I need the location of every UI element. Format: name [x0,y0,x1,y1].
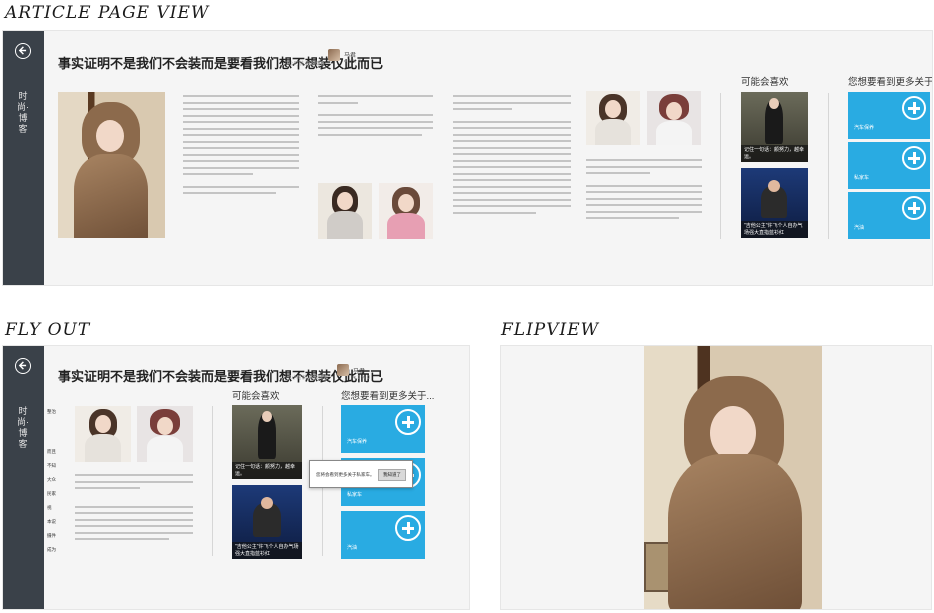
topic-tile-private-car[interactable]: 私家车 [848,142,930,189]
topic-tile-car-maintenance[interactable]: 汽车保养 [341,405,425,453]
recommend-card-2[interactable]: "吉他公主"许飞个人自办气场强大直指蓝衫红 [741,168,808,238]
article-text-column-4 [586,159,702,224]
article-page-view-label: ARTICLE PAGE VIEW [5,3,210,23]
sidebar-category[interactable]: 时尚·博客 [16,91,30,135]
recommend-card-2[interactable]: "吉他公主"许飞个人自办气场强大直指蓝衫红 [232,485,302,559]
author-stats: ♥ 1 ✎ 0 [353,375,370,381]
keyword-label: 而且 [47,449,56,454]
more-about-title: 您想要看到更多关于... [341,391,435,402]
flyout-sidebar: 时尚·博客 [3,346,44,609]
add-icon [902,146,926,170]
sidebar-category[interactable]: 时尚·博客 [16,406,30,450]
inline-photo-2[interactable] [379,183,433,239]
article-headline: 事实证明不是我们不会装而是要看我们想不想装仅此而已 [58,369,384,384]
divider [212,406,213,556]
topic-tile-gasoline[interactable]: 汽油 [848,192,930,239]
recommend-caption-1: 记住一句话：颜努力，越幸运。 [232,462,302,479]
article-meta: 1小时前 来源博客 [286,61,326,67]
recommend-card-1[interactable]: 记住一句话：颜努力，越幸运。 [741,92,808,162]
divider [828,93,829,239]
article-meta: 1小时前 来源博客 [289,375,329,381]
inline-photo-3[interactable] [75,406,131,462]
topic-tile-car-maintenance[interactable]: 汽车保养 [848,92,930,139]
article-text-column-3 [453,95,571,218]
article-text-column-2 [318,95,433,140]
tile-label: 私家车 [854,175,870,181]
inline-photo-1[interactable] [318,183,372,239]
keyword-label: 不知 [47,463,56,468]
flyout-frame: 时尚·博客 事实证明不是我们不会装而是要看我们想不想装仅此而已 1小时前 来源博… [2,345,470,610]
keyword-label: 民家 [47,491,56,496]
inline-photo-4[interactable] [137,406,193,462]
recommend-caption-2: "吉他公主"许飞个人自办气场强大直指蓝衫红 [232,542,302,559]
keyword-label: 视 [47,505,52,510]
tile-label: 私家车 [347,492,363,498]
add-icon [902,196,926,220]
flipview-label: FLIPVIEW [501,320,600,340]
keyword-label: 本说 [47,519,56,524]
article-sidebar: 时尚·博客 [3,31,44,285]
author-name[interactable]: 马君 [344,50,356,59]
inline-photo-3[interactable] [586,91,640,145]
author-avatar[interactable] [337,364,349,376]
inline-photo-4[interactable] [647,91,701,145]
recommend-title: 可能会喜欢 [232,391,280,402]
keyword-label: 成为 [47,547,56,552]
topic-tile-gasoline[interactable]: 汽油 [341,511,425,559]
more-about-title: 您想要看到更多关于... [848,77,933,88]
tile-label: 汽车保养 [854,125,875,131]
fly-out-label: FLY OUT [5,320,91,340]
hero-photo[interactable] [58,92,165,238]
article-text-column [75,474,193,545]
keyword-label: 摄件 [47,533,56,538]
add-icon [395,515,421,541]
flipview-photo[interactable] [644,346,822,609]
recommend-caption-2: "吉他公主"许飞个人自办气场强大直指蓝衫红 [741,221,808,238]
add-icon [395,409,421,435]
tile-label: 汽油 [854,225,865,231]
flyout-popup: 您将会看到更多关于私家车。 我知道了 [309,460,413,488]
back-button[interactable] [15,358,31,374]
recommend-card-1[interactable]: 记住一句话：颜努力，越幸运。 [232,405,302,479]
author-name[interactable]: 马君 [353,366,365,375]
article-page-frame: 时尚·博客 事实证明不是我们不会装而是要看我们想不想装仅此而已 1小时前 来源博… [2,30,933,286]
article-text-column-1 [183,95,299,199]
recommend-title: 可能会喜欢 [741,77,789,88]
divider [720,93,721,239]
flipview-frame [500,345,932,610]
flyout-confirm-button[interactable]: 我知道了 [378,469,406,481]
author-avatar[interactable] [328,49,340,61]
recommend-caption-1: 记住一句话：颜努力，越幸运。 [741,145,808,162]
tile-label: 汽油 [347,545,358,551]
tile-label: 汽车保养 [347,439,368,445]
add-icon [902,96,926,120]
back-button[interactable] [15,43,31,59]
author-stats: ♥ 1 ✎ 0 [344,59,361,65]
flyout-message: 您将会看到更多关于私家车。 [316,472,375,477]
keyword-label: 整治 [47,409,56,414]
keyword-label: 大众 [47,477,56,482]
